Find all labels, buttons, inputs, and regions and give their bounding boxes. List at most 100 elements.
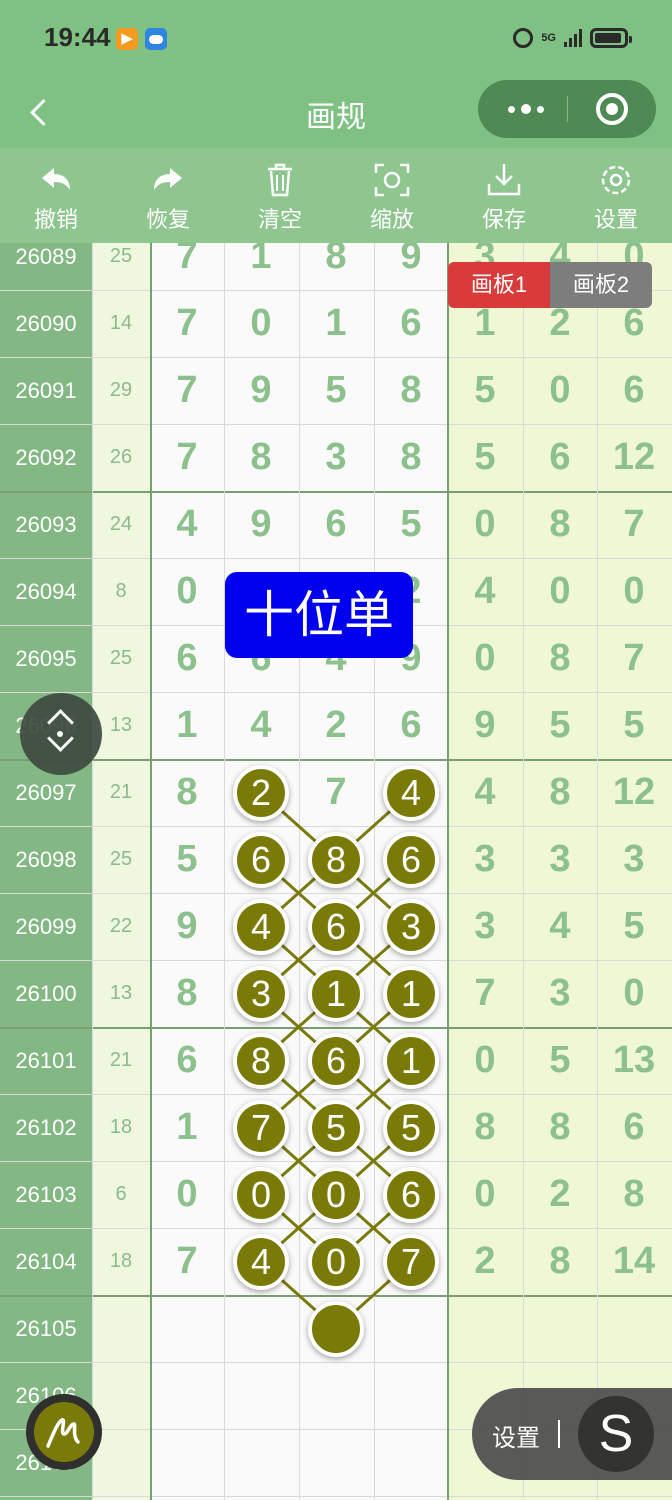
digit-cell: 6 — [325, 1039, 347, 1081]
digit-sum: 29 — [109, 379, 133, 401]
digit-cell: 4 — [400, 771, 422, 813]
span-cell: 8 — [549, 771, 571, 813]
digit-cell: 1 — [325, 972, 347, 1014]
data-grid[interactable]: 26089 25 7 1 8 9 3 4 0 26090 14 7 0 1 6 1 2 6 26091 29 7 9 5 8 5… — [0, 243, 672, 1500]
digit-cell: 6 — [400, 1173, 422, 1215]
digit-sum: 21 — [109, 781, 133, 803]
pattern-label[interactable]: 十位单 — [225, 572, 413, 658]
span-cell: 3 — [623, 838, 645, 880]
digit-cell: 6 — [400, 838, 422, 880]
span-cell: 12 — [612, 771, 656, 813]
span-cell — [523, 1295, 597, 1362]
zoom-button[interactable]: 缩放 — [336, 158, 448, 238]
digit-cell: 8 — [400, 369, 422, 411]
digit-cell: 9 — [250, 369, 272, 411]
issue-number: 26090 — [15, 311, 77, 336]
undo-label: 撤销 — [33, 207, 78, 232]
digit-cell — [374, 1362, 448, 1429]
digit-cell — [150, 1362, 224, 1429]
digit-cell — [299, 1295, 373, 1362]
floating-settings: 设置 S — [472, 1388, 672, 1480]
digit-cell: 7 — [176, 243, 198, 277]
digit-cell: 7 — [250, 1106, 272, 1148]
span-cell: 9 — [474, 704, 496, 746]
digit-sum: 18 — [109, 1250, 133, 1272]
issue-number: 26093 — [15, 512, 77, 537]
table-row: 26103 6 0 0 0 6 0 2 8 — [0, 1161, 672, 1228]
clear-button[interactable]: 清空 — [224, 158, 336, 238]
undo-button[interactable]: 撤销 — [0, 158, 112, 238]
tab-board-2[interactable]: 画板2 — [550, 262, 652, 308]
table-row: 26104 18 7 4 0 7 2 8 14 — [0, 1228, 672, 1295]
issue-number: 26101 — [15, 1048, 77, 1073]
digit-cell: 1 — [250, 243, 272, 277]
digit-cell: 1 — [176, 704, 198, 746]
digit-cell: 8 — [325, 243, 347, 277]
digit-sum: 25 — [109, 245, 133, 267]
span-cell: 0 — [474, 503, 496, 545]
close-target-icon[interactable] — [596, 93, 628, 125]
span-cell: 4 — [474, 570, 496, 612]
digit-cell — [299, 1429, 373, 1496]
digit-sum: 13 — [109, 982, 133, 1004]
battery-icon — [590, 28, 632, 48]
pen-tool-button[interactable] — [26, 1394, 102, 1470]
save-button[interactable]: 保存 — [448, 158, 560, 238]
span-cell: 2 — [474, 1240, 496, 1282]
digit-cell: 7 — [176, 302, 198, 344]
span-cell: 8 — [549, 503, 571, 545]
table-row: 26105 — [0, 1295, 672, 1362]
digit-cell: 8 — [250, 1039, 272, 1081]
digit-cell: 1 — [400, 1039, 422, 1081]
span-cell — [597, 1295, 671, 1362]
digit-sum: 8 — [115, 580, 127, 602]
digit-sum: 25 — [109, 848, 133, 870]
span-cell: 6 — [623, 369, 645, 411]
span-cell: 0 — [474, 637, 496, 679]
digit-cell: 0 — [325, 1173, 347, 1215]
digit-sum: 21 — [109, 1049, 133, 1071]
digit-cell: 4 — [250, 1240, 272, 1282]
table-row: 26091 29 7 9 5 8 5 0 6 — [0, 357, 672, 424]
span-cell: 5 — [549, 1039, 571, 1081]
network-type: 5G — [541, 32, 556, 44]
scroll-toggle-button[interactable] — [20, 693, 102, 775]
digit-cell: 6 — [400, 302, 422, 344]
issue-number: 26100 — [15, 981, 77, 1006]
pen-icon — [46, 1418, 80, 1448]
digit-cell: 0 — [250, 1173, 272, 1215]
issue-number: 26104 — [15, 1249, 77, 1274]
digit-cell: 8 — [250, 436, 272, 478]
span-cell: 5 — [623, 704, 645, 746]
span-cell: 7 — [623, 503, 645, 545]
undo-icon — [36, 162, 76, 198]
table-row: 26097 21 8 2 7 4 4 8 12 — [0, 759, 672, 826]
digit-cell: 1 — [176, 1106, 198, 1148]
span-cell: 8 — [549, 1240, 571, 1282]
span-cell: 8 — [549, 637, 571, 679]
digit-cell: 4 — [250, 704, 272, 746]
span-cell: 2 — [549, 1173, 571, 1215]
digit-cell: 5 — [176, 838, 198, 880]
digit-sum: 6 — [115, 1183, 127, 1205]
digit-cell: 6 — [176, 1039, 198, 1081]
digit-cell: 6 — [325, 503, 347, 545]
digit-cell — [224, 1295, 298, 1362]
save-label: 保存 — [481, 207, 526, 232]
issue-number: 26099 — [15, 914, 77, 939]
span-cell: 0 — [549, 570, 571, 612]
status-bar: 19:44 ▶ 5G — [0, 0, 672, 78]
redo-icon — [148, 162, 188, 198]
tab-board-1[interactable]: 画板1 — [448, 262, 550, 308]
digit-cell: 1 — [400, 972, 422, 1014]
zoom-icon — [372, 162, 412, 198]
digit-cell — [224, 1362, 298, 1429]
redo-button[interactable]: 恢复 — [112, 158, 224, 238]
floating-settings-label[interactable]: 设置 — [492, 1418, 540, 1453]
more-icon[interactable] — [504, 80, 548, 138]
digit-cell: 0 — [325, 1240, 347, 1282]
table-row: 26099 22 9 4 6 3 3 4 5 — [0, 893, 672, 960]
digit-sum: 26 — [109, 446, 133, 468]
shape-s-button[interactable]: S — [578, 1396, 654, 1472]
settings-button[interactable]: 设置 — [560, 158, 672, 238]
